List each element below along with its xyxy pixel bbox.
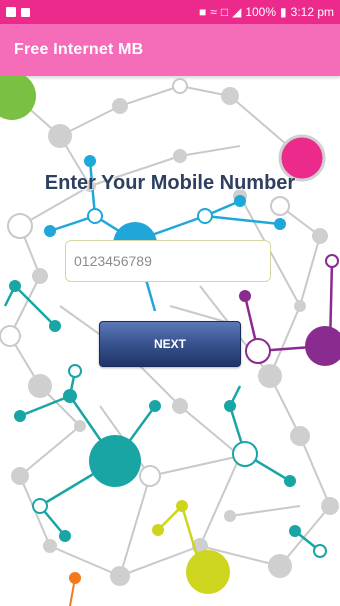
next-button[interactable]: NEXT (99, 321, 241, 367)
clock: 3:12 pm (290, 5, 334, 19)
status-left (6, 7, 30, 17)
wifi-icon: ≈ (210, 5, 217, 19)
battery-percent: 100% (245, 5, 277, 19)
app-title: Free Internet MB (14, 41, 144, 58)
main-content: Enter Your Mobile Number NEXT (0, 76, 340, 606)
page-heading: Enter Your Mobile Number (44, 172, 296, 194)
app-bar: Free Internet MB (0, 24, 340, 76)
facebook-icon (21, 7, 30, 17)
signal-icon: ◢ (232, 5, 242, 19)
no-sim-icon: □ (220, 5, 229, 19)
battery-icon: ▮ (280, 5, 287, 19)
mobile-number-input[interactable] (65, 240, 271, 282)
lock-icon: ■ (199, 5, 207, 19)
image-icon (6, 7, 16, 17)
status-bar: ■ ≈ □ ◢ 100% ▮ 3:12 pm (0, 0, 340, 24)
status-right: ■ ≈ □ ◢ 100% ▮ 3:12 pm (199, 5, 334, 19)
